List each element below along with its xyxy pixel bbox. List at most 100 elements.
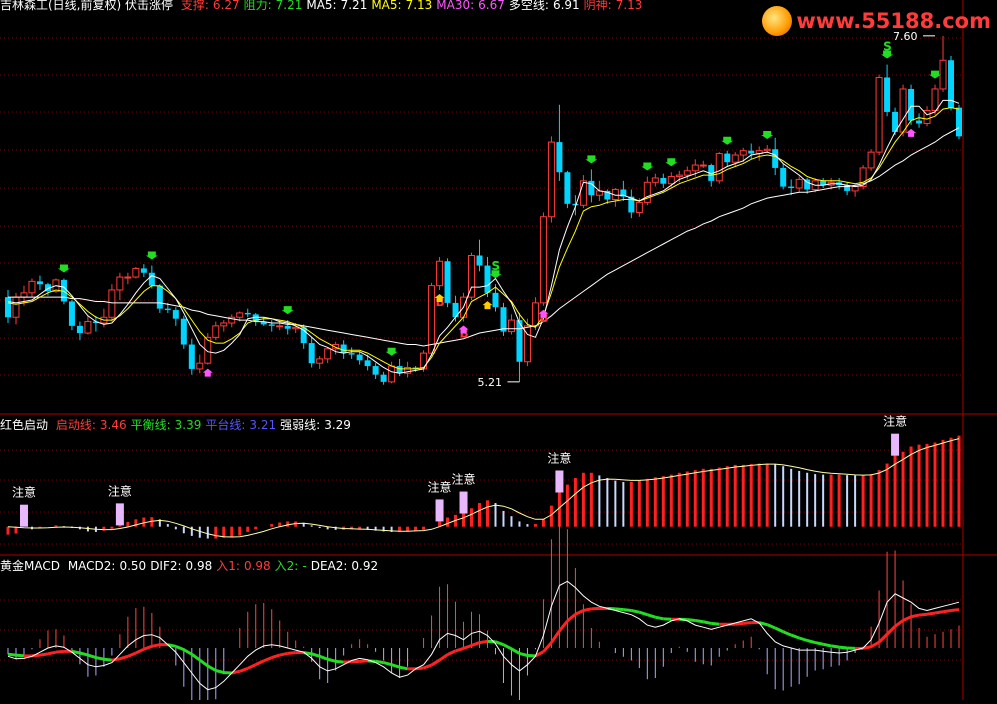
indicator-value: MACD2: xyxy=(68,559,116,573)
candle-up xyxy=(796,179,802,188)
candle-down xyxy=(884,77,890,111)
panel3-values: MACD2:0.50DIF2:0.98入1:0.98入2:-DEA2:0.92 xyxy=(68,559,382,573)
candle-up xyxy=(13,297,19,317)
candle-up xyxy=(532,303,538,326)
dea-segment xyxy=(695,621,703,622)
candle-up xyxy=(213,326,219,337)
down-arrow-icon xyxy=(386,348,398,356)
indicator-number: 0.50 xyxy=(119,559,146,573)
candle-down xyxy=(477,256,483,266)
candle-down xyxy=(157,286,163,309)
dea-segment xyxy=(871,642,879,647)
stock-chart[interactable]: 7.605.21BBBSS注意注意注意注意注意注意 xyxy=(0,0,997,700)
candle-down xyxy=(309,343,315,363)
chart-canvas[interactable]: 7.605.21BBBSS注意注意注意注意注意注意 xyxy=(0,0,997,700)
candle-up xyxy=(716,154,722,181)
candle-up xyxy=(852,187,858,191)
indicator-value: 阴神: xyxy=(584,0,612,12)
logo-disc-icon xyxy=(762,6,792,36)
indicator-number: 7.13 xyxy=(616,0,643,12)
dea-segment xyxy=(152,645,160,647)
price-annotation: 5.21 xyxy=(477,376,502,389)
indicator-number: 3.21 xyxy=(249,418,276,432)
dea-segment xyxy=(384,663,392,665)
dea-segment xyxy=(88,655,96,658)
dea-segment xyxy=(336,661,344,662)
dea-segment xyxy=(144,646,152,649)
dea-segment xyxy=(464,646,472,649)
panel2-values: 启动线:3.46平衡线:3.39平台线:3.21强弱线:3.29 xyxy=(56,418,355,432)
candle-down xyxy=(772,149,778,168)
dea-segment xyxy=(312,654,320,657)
candle-down xyxy=(908,89,914,121)
dea-segment xyxy=(831,646,839,647)
dea-segment xyxy=(320,656,328,659)
candle-up xyxy=(684,171,690,175)
dea-segment xyxy=(735,623,743,624)
dea-segment xyxy=(559,621,567,631)
candle-up xyxy=(125,277,131,278)
candle-down xyxy=(956,108,962,137)
dea-segment xyxy=(783,632,791,635)
indicator-number: 6.67 xyxy=(478,0,505,12)
candle-up xyxy=(740,151,746,155)
candle-down xyxy=(572,204,578,205)
note-label: 注意 xyxy=(12,485,36,500)
indicator-value: MA30: xyxy=(436,0,474,12)
note-label: 注意 xyxy=(547,451,571,466)
candle-up xyxy=(764,149,770,150)
dea-segment xyxy=(400,667,408,669)
indicator-value: 强弱线: xyxy=(280,418,320,432)
dea-segment xyxy=(951,610,959,611)
dea-segment xyxy=(799,638,807,641)
dea-segment xyxy=(376,661,384,662)
dea-segment xyxy=(16,655,24,656)
dea-segment xyxy=(767,625,775,628)
dea-segment xyxy=(943,611,951,612)
candle-up xyxy=(469,256,475,298)
down-arrow-icon xyxy=(761,131,773,139)
dea-segment xyxy=(575,611,583,615)
dea-segment xyxy=(815,643,823,645)
candle-down xyxy=(500,307,506,331)
candle-down xyxy=(365,360,371,366)
indicator-number: 3.29 xyxy=(324,418,351,432)
candle-up xyxy=(21,293,27,297)
site-logo: www.55188.com xyxy=(762,6,991,36)
dea-segment xyxy=(208,666,216,671)
candle-down xyxy=(165,309,171,310)
candle-down xyxy=(564,172,570,204)
candle-up xyxy=(85,322,91,333)
candle-down xyxy=(173,310,179,319)
note-block xyxy=(436,499,444,521)
candle-up xyxy=(197,363,203,369)
dea-segment xyxy=(184,650,192,655)
dea-segment xyxy=(551,631,559,643)
dea-segment xyxy=(192,654,200,660)
dea-segment xyxy=(927,613,935,614)
down-arrow-icon xyxy=(665,158,677,166)
dea-segment xyxy=(280,653,288,655)
indicator-value: 启动线: xyxy=(56,418,96,432)
logo-text: www.55188.com xyxy=(796,9,991,33)
down-arrow-icon xyxy=(641,163,653,171)
candle-down xyxy=(245,313,251,314)
indicator-value: DIF2: xyxy=(150,559,181,573)
dea-segment xyxy=(743,623,751,624)
candle-down xyxy=(37,281,43,284)
candle-up xyxy=(652,178,658,182)
note-block xyxy=(20,505,28,527)
dea-segment xyxy=(703,622,711,624)
dea-segment xyxy=(40,654,48,655)
candle-down xyxy=(5,297,11,317)
dea-segment xyxy=(639,612,647,615)
dea-segment xyxy=(48,652,56,654)
dea-segment xyxy=(519,653,527,655)
candle-down xyxy=(349,353,355,354)
indicator-value: 平衡线: xyxy=(131,418,171,432)
dif-line xyxy=(8,581,959,689)
candle-up xyxy=(237,313,243,317)
dea-segment xyxy=(448,651,456,655)
candle-up xyxy=(325,349,331,359)
main-panel-header: 吉林森工(日线,前复权) 伏击涨停 支撑:6.27阻力:7.21MA5:7.21… xyxy=(0,0,650,13)
